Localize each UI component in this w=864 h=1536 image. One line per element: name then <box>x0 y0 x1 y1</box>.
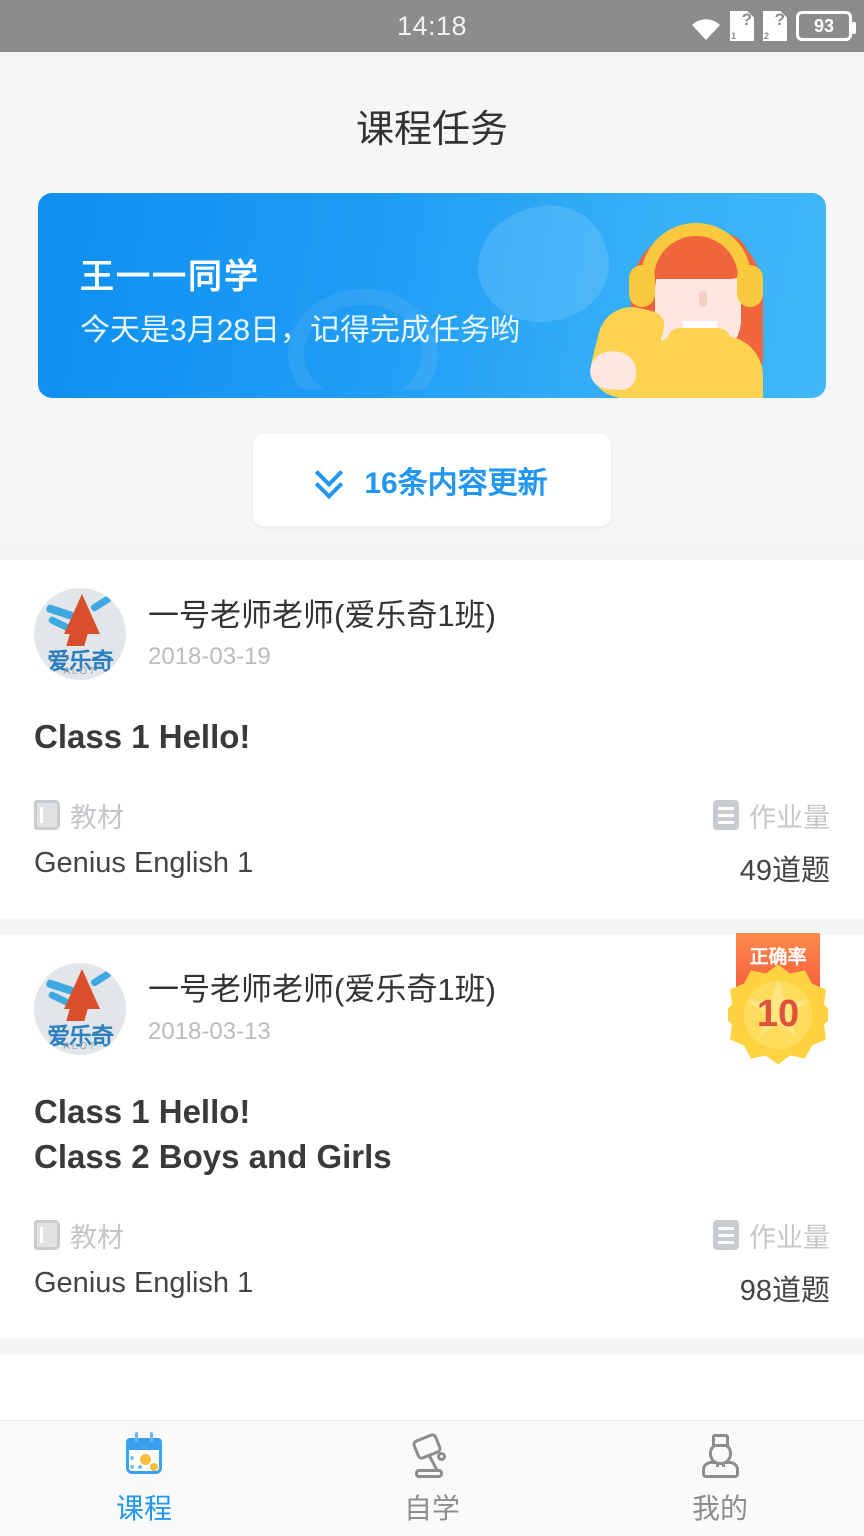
task-date: 2018-03-19 <box>148 643 271 671</box>
tab-self-study[interactable]: 自学 <box>288 1421 576 1536</box>
homework-label-row: 作业量 <box>432 1216 830 1255</box>
sim1-label: ? <box>741 10 752 29</box>
homework-value: 98道题 <box>739 1274 830 1307</box>
status-icons: ? 1 ? 2 93 <box>691 11 856 41</box>
bottom-tab-bar: 课程 自学 我的 <box>0 1420 864 1536</box>
teacher-name: 一号老师老师(爱乐奇1班) <box>148 597 496 633</box>
homework-label: 作业量 <box>749 802 830 833</box>
desk-lamp-icon <box>408 1431 456 1479</box>
homework-value: 49道题 <box>739 854 830 887</box>
teacher-name: 一号老师老师(爱乐奇1班) <box>148 972 496 1008</box>
book-icon <box>34 800 60 831</box>
calendar-icon <box>120 1431 168 1479</box>
section-divider <box>0 544 864 560</box>
sim2-icon: ? 2 <box>763 11 787 41</box>
task-list-item[interactable]: 正确率 10 爱乐奇 ALO7 一号老师老师(爱乐奇1班) 2018-03-13… <box>0 932 864 1339</box>
textbook-label: 教材 <box>70 1222 124 1253</box>
homework-label: 作业量 <box>749 1222 830 1253</box>
textbook-label: 教材 <box>70 802 124 833</box>
wifi-icon <box>691 17 721 41</box>
tab-mine[interactable]: 我的 <box>576 1421 864 1536</box>
double-chevron-down-icon <box>315 458 346 500</box>
task-meta-row: 教材 Genius English 1 作业量 98道题 <box>34 1216 830 1309</box>
banner-student-name: 王一一同学 <box>80 258 260 296</box>
tab-self-study-label: 自学 <box>403 1492 460 1524</box>
status-bar: 14:18 ? 1 ? 2 93 <box>0 0 864 52</box>
banner-message: 今天是3月28日，记得完成任务哟 <box>80 314 521 347</box>
accuracy-badge: 正确率 10 <box>722 932 832 1073</box>
sim1-icon: ? 1 <box>730 11 754 41</box>
avatar-brand-en: ALO7 <box>63 1040 97 1052</box>
textbook-column: 教材 Genius English 1 <box>34 796 432 889</box>
battery-icon: 93 <box>796 11 856 41</box>
battery-level: 93 <box>813 15 835 36</box>
task-header: 爱乐奇 ALO7 一号老师老师(爱乐奇1班) 2018-03-19 <box>34 588 830 680</box>
person-icon <box>696 1431 744 1479</box>
textbook-label-row: 教材 <box>34 796 432 835</box>
sim2-index: 2 <box>764 31 770 41</box>
task-list-item[interactable]: 爱乐奇 ALO7 一号老师老师(爱乐奇1班) 2018-03-19 Class … <box>0 560 864 919</box>
girl-with-headphones-illustration <box>584 213 804 398</box>
homework-label-row: 作业量 <box>432 796 830 835</box>
app-screen: 14:18 ? 1 ? 2 93 课程任务 王一一同学 今天是3月28日，记得完… <box>0 0 864 1536</box>
tab-courses-label: 课程 <box>115 1492 172 1524</box>
textbook-value: Genius English 1 <box>34 846 254 879</box>
task-meta-row: 教材 Genius English 1 作业量 49道题 <box>34 796 830 889</box>
sim2-label: ? <box>774 10 785 29</box>
alo7-logo-avatar: 爱乐奇 ALO7 <box>34 962 126 1055</box>
avatar-brand-en: ALO7 <box>63 666 97 677</box>
sim1-index: 1 <box>731 31 737 41</box>
homework-column: 作业量 98道题 <box>432 1216 830 1309</box>
document-list-icon <box>713 800 739 831</box>
header-zone: 课程任务 王一一同学 今天是3月28日，记得完成任务哟 16条内容更新 <box>0 52 864 544</box>
homework-column: 作业量 49道题 <box>432 796 830 889</box>
badge-score: 10 <box>756 992 800 1035</box>
task-header: 爱乐奇 ALO7 一号老师老师(爱乐奇1班) 2018-03-13 <box>34 962 830 1055</box>
tab-mine-label: 我的 <box>691 1492 748 1524</box>
page-title: 课程任务 <box>355 109 508 151</box>
alo7-logo-avatar: 爱乐奇 ALO7 <box>34 588 126 680</box>
content-update-button[interactable]: 16条内容更新 <box>253 434 611 526</box>
content-update-label: 16条内容更新 <box>364 467 548 500</box>
tab-courses[interactable]: 课程 <box>0 1421 288 1536</box>
book-icon <box>34 1220 60 1251</box>
textbook-column: 教材 Genius English 1 <box>34 1216 432 1309</box>
textbook-label-row: 教材 <box>34 1216 432 1255</box>
lesson-titles: Class 1 Hello! Class 2 Boys and Girls <box>34 1092 392 1176</box>
lesson-titles: Class 1 Hello! <box>34 718 251 755</box>
document-list-icon <box>713 1220 739 1251</box>
list-bottom-spacer <box>0 1338 864 1355</box>
greeting-banner[interactable]: 王一一同学 今天是3月28日，记得完成任务哟 <box>38 193 826 398</box>
task-date: 2018-03-13 <box>148 1017 271 1045</box>
update-button-wrap: 16条内容更新 <box>0 434 864 526</box>
textbook-value: Genius English 1 <box>34 1266 254 1299</box>
